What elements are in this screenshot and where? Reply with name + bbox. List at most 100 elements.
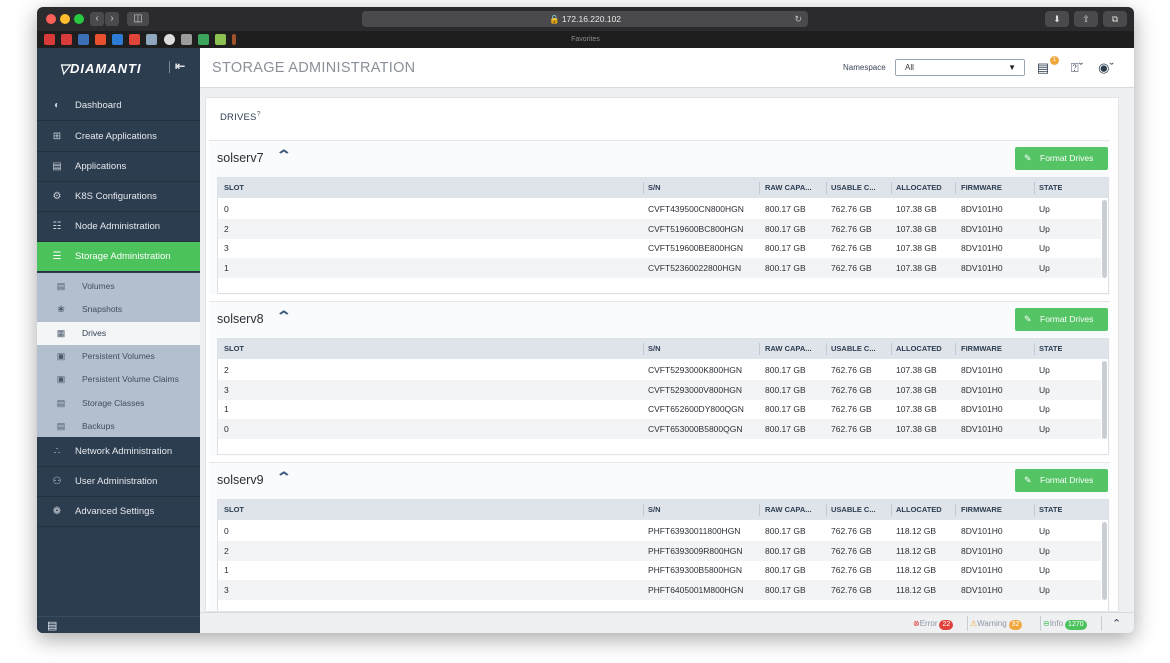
column-header[interactable]: S/N — [648, 500, 661, 520]
sidebar-item-node-administration[interactable]: ☷ Node Administration — [37, 212, 200, 242]
column-header[interactable]: S/N — [648, 178, 661, 198]
table-row[interactable]: 2 CVFT5293000K800HGN 800.17 GB 762.76 GB 107… — [218, 360, 1101, 380]
format-drives-button[interactable]: ✎ Format Drives — [1015, 469, 1108, 492]
column-header[interactable]: USABLE C... — [831, 500, 876, 520]
calendar-icon[interactable]: ▤ — [47, 619, 57, 632]
column-divider[interactable] — [643, 182, 644, 194]
column-header[interactable]: ALLOCATED — [896, 178, 942, 198]
sidebar-subitem-storage-classes[interactable]: ▤ Storage Classes — [37, 392, 200, 415]
forward-button[interactable]: › — [105, 12, 119, 26]
column-header[interactable]: ALLOCATED — [896, 339, 942, 359]
table-row[interactable]: 1 CVFT652600DY800QGN 800.17 GB 762.76 GB 107… — [218, 399, 1101, 419]
sidebar-item-k8s-configurations[interactable]: ⚙ K8S Configurations — [37, 182, 200, 212]
column-divider[interactable] — [826, 182, 827, 194]
table-scrollbar[interactable] — [1102, 200, 1107, 278]
user-avatar-icon[interactable]: ◉ˇ — [1093, 58, 1119, 78]
tabs-button[interactable]: ⧉ — [1103, 11, 1127, 27]
sidebar-item-user-administration[interactable]: ⚇ User Administration — [37, 467, 200, 497]
column-divider[interactable] — [891, 182, 892, 194]
sidebar-subitem-backups[interactable]: ▤ Backups — [37, 415, 200, 438]
table-row[interactable]: 1 CVFT52360022800HGN 800.17 GB 762.76 GB 107… — [218, 257, 1101, 278]
column-header[interactable]: FIRMWARE — [961, 178, 1002, 198]
column-header[interactable]: FIRMWARE — [961, 500, 1002, 520]
column-divider[interactable] — [759, 504, 760, 516]
namespace-select[interactable]: All ▼ — [895, 59, 1025, 76]
sidebar-subitem-volumes[interactable]: ▤ Volumes — [37, 275, 200, 298]
column-divider[interactable] — [826, 343, 827, 355]
sidebar-subitem-persistent-volume-claims[interactable]: ▣ Persistent Volume Claims — [37, 368, 200, 391]
collapse-sidebar-icon[interactable]: ⇤ — [175, 59, 186, 73]
format-drives-button[interactable]: ✎ Format Drives — [1015, 308, 1108, 331]
address-bar[interactable]: 🔒 172.16.220.102 ↻ — [362, 11, 808, 27]
column-divider[interactable] — [759, 182, 760, 194]
table-row[interactable]: 0 CVFT439500CN800HGN 800.17 GB 762.76 GB 107… — [218, 199, 1101, 219]
table-row[interactable]: 0 PHFT63930011800HGN 800.17 GB 762.76 GB 118… — [218, 521, 1101, 541]
column-divider[interactable] — [891, 343, 892, 355]
sidebar-item-create-applications[interactable]: ⊞ Create Applications — [37, 122, 200, 152]
sidebar-item-advanced-settings[interactable]: ❁ Advanced Settings — [37, 497, 200, 527]
minimize-window-button[interactable] — [60, 14, 70, 24]
sidebar-item-network-administration[interactable]: ∴ Network Administration — [37, 437, 200, 467]
column-header[interactable]: RAW CAPA... — [765, 500, 812, 520]
column-divider[interactable] — [1034, 504, 1035, 516]
collapse-chevron-icon[interactable]: ⌃ — [276, 308, 292, 325]
column-header[interactable]: SLOT — [224, 500, 244, 520]
table-row[interactable]: 3 CVFT519600BE800HGN 800.17 GB 762.76 GB 107… — [218, 238, 1101, 258]
column-divider[interactable] — [826, 504, 827, 516]
sidebar-item-label: Advanced Settings — [75, 506, 155, 517]
info-icon[interactable]: ? — [257, 111, 261, 118]
column-header[interactable]: RAW CAPA... — [765, 178, 812, 198]
column-divider[interactable] — [759, 343, 760, 355]
info-status[interactable]: ⊖Info 1270 — [1043, 618, 1087, 630]
format-drives-button[interactable]: ✎ Format Drives — [1015, 147, 1108, 170]
zoom-window-button[interactable] — [74, 14, 84, 24]
table-row[interactable]: 2 PHFT6393009R800HGN 800.17 GB 762.76 GB 118… — [218, 540, 1101, 561]
table-row[interactable]: 0 CVFT653000B5800QGN 800.17 GB 762.76 GB 107… — [218, 418, 1101, 439]
help-icon[interactable]: ⍰ˇ — [1064, 58, 1090, 78]
table-row[interactable]: 3 CVFT5293000V800HGN 800.17 GB 762.76 GB 107… — [218, 379, 1101, 400]
column-header[interactable]: RAW CAPA... — [765, 339, 812, 359]
column-header[interactable]: STATE — [1039, 339, 1062, 359]
warning-status[interactable]: ⚠Warning 32 — [970, 618, 1023, 630]
column-header[interactable]: USABLE C... — [831, 339, 876, 359]
column-header[interactable]: S/N — [648, 339, 661, 359]
table-row[interactable]: 3 PHFT6405001M800HGN 800.17 GB 762.76 GB 118… — [218, 579, 1101, 600]
column-header[interactable]: SLOT — [224, 339, 244, 359]
table-scrollbar[interactable] — [1102, 522, 1107, 600]
download-button[interactable]: ⬇ — [1045, 11, 1069, 27]
column-divider[interactable] — [643, 343, 644, 355]
close-window-button[interactable] — [46, 14, 56, 24]
column-header[interactable]: SLOT — [224, 178, 244, 198]
column-header[interactable]: STATE — [1039, 500, 1062, 520]
table-cell: PHFT63930011800HGN — [648, 526, 741, 536]
column-divider[interactable] — [1034, 182, 1035, 194]
table-row[interactable]: 1 PHFT639300B5800HGN 800.17 GB 762.76 GB 118… — [218, 560, 1101, 580]
expand-status-icon[interactable]: ⌃ — [1112, 618, 1121, 630]
column-header[interactable]: ALLOCATED — [896, 500, 942, 520]
brand-name: ▽DIAMANTI — [59, 61, 142, 76]
sidebar-subitem-persistent-volumes[interactable]: ▣ Persistent Volumes — [37, 345, 200, 368]
column-divider[interactable] — [955, 182, 956, 194]
share-button[interactable]: ⇧ — [1074, 11, 1098, 27]
collapse-chevron-icon[interactable]: ⌃ — [276, 469, 292, 486]
column-header[interactable]: FIRMWARE — [961, 339, 1002, 359]
sidebar-item-storage-administration[interactable]: ☰ Storage Administration — [37, 242, 200, 272]
reload-icon[interactable]: ↻ — [794, 11, 802, 27]
column-header[interactable]: STATE — [1039, 178, 1062, 198]
column-divider[interactable] — [643, 504, 644, 516]
error-status[interactable]: ⊗Error 22 — [913, 618, 954, 630]
column-divider[interactable] — [955, 343, 956, 355]
collapse-chevron-icon[interactable]: ⌃ — [276, 147, 292, 164]
column-divider[interactable] — [1034, 343, 1035, 355]
column-divider[interactable] — [891, 504, 892, 516]
back-button[interactable]: ‹ — [90, 12, 104, 26]
sidebar-item-applications[interactable]: ▤ Applications — [37, 152, 200, 182]
table-row[interactable]: 2 CVFT519600BC800HGN 800.17 GB 762.76 GB 107… — [218, 218, 1101, 239]
column-header[interactable]: USABLE C... — [831, 178, 876, 198]
sidebar-toggle-button[interactable]: ◫ — [127, 12, 149, 26]
sidebar-subitem-snapshots[interactable]: ❀ Snapshots — [37, 298, 200, 321]
table-scrollbar[interactable] — [1102, 361, 1107, 439]
sidebar-subitem-drives[interactable]: ▦ Drives — [37, 322, 200, 345]
sidebar-item-dashboard[interactable]: ◐ Dashboard — [37, 91, 200, 121]
column-divider[interactable] — [955, 504, 956, 516]
